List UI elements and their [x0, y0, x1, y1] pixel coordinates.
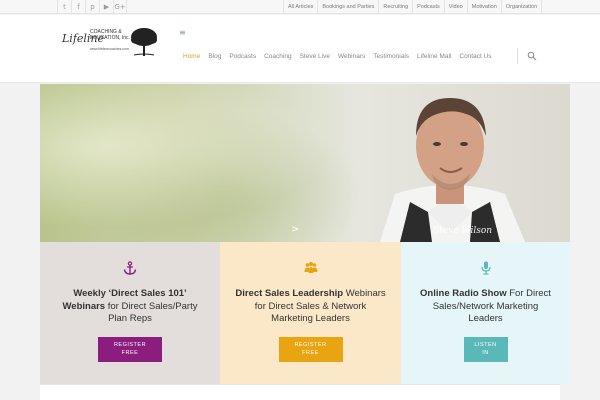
panel-leadership: Direct Sales Leadership Webinars for Dir…	[220, 242, 401, 384]
top-links: All Articles Bookings and Parties Recrui…	[283, 0, 542, 14]
panel-leadership-text: Direct Sales Leadership Webinars for Dir…	[234, 288, 387, 326]
nav-steve-live[interactable]: Steve Live	[300, 51, 330, 63]
nav-coaching[interactable]: Coaching	[264, 51, 291, 63]
search-icon[interactable]	[527, 51, 537, 61]
main-nav: Home Blog Podcasts Coaching Steve Live W…	[183, 51, 500, 63]
hero-background	[40, 84, 370, 242]
logo-subtitle: COACHING & EDUCATION, Inc.	[90, 29, 130, 41]
panel-radio-show-text: Online Radio Show For Direct Sales/Netwo…	[415, 288, 556, 326]
nav-divider	[517, 48, 518, 64]
hero-next-arrow[interactable]: >	[291, 224, 299, 235]
nav-lifeline-mall[interactable]: Lifeline Mall	[417, 51, 451, 63]
panel-description: for Direct Sales/Party Plan Reps	[105, 300, 198, 325]
nav-webinars[interactable]: Webinars	[338, 51, 365, 63]
button-label-line1: REGISTER	[294, 342, 327, 348]
button-label-line2: IN	[482, 350, 489, 356]
toplink-bookings[interactable]: Bookings and Parties	[317, 0, 378, 14]
twitter-icon[interactable]: t	[57, 0, 71, 14]
content-area-top	[40, 384, 560, 400]
social-icons: t f p ▶ G+	[57, 0, 127, 14]
nav-home[interactable]: Home	[183, 51, 200, 63]
toplink-organization[interactable]: Organization	[500, 0, 542, 14]
logo-url: www.lifelinecoaches.com	[90, 47, 129, 51]
google-plus-icon[interactable]: G+	[113, 0, 127, 14]
button-label-line2: FREE	[302, 350, 319, 356]
panel-title: Online Radio Show	[420, 288, 507, 299]
microphone-icon	[480, 261, 491, 275]
anchor-icon	[123, 261, 137, 275]
panel-title: Direct Sales Leadership	[235, 288, 344, 299]
toplink-video[interactable]: Video	[443, 0, 467, 14]
nav-testimonials[interactable]: Testimonials	[373, 51, 409, 63]
page: t f p ▶ G+ All Articles Bookings and Par…	[0, 0, 600, 400]
menu-icon[interactable]: ≡	[179, 28, 186, 37]
site-logo[interactable]: Lifeline COACHING & EDUCATION, Inc. www.…	[62, 26, 158, 60]
toplink-all-articles[interactable]: All Articles	[283, 0, 317, 14]
register-free-button[interactable]: REGISTER FREE	[278, 337, 343, 362]
top-bar: t f p ▶ G+ All Articles Bookings and Par…	[0, 0, 600, 14]
listen-in-button[interactable]: LISTEN IN	[463, 337, 508, 362]
nav-contact-us[interactable]: Contact Us	[459, 51, 491, 63]
panel-webinars-101-text: Weekly ‘Direct Sales 101’ Webinars for D…	[54, 288, 206, 326]
hero-banner[interactable]: > Steve Wilson	[40, 84, 570, 242]
tree-icon	[131, 28, 157, 56]
button-label-line1: REGISTER	[113, 342, 147, 348]
panel-webinars-101: Weekly ‘Direct Sales 101’ Webinars for D…	[40, 242, 220, 384]
people-icon	[304, 262, 317, 273]
facebook-icon[interactable]: f	[71, 0, 85, 14]
toplink-recruiting[interactable]: Recruiting	[378, 0, 412, 14]
hero-portrait	[380, 98, 525, 242]
hero-signature: Steve Wilson	[433, 226, 493, 236]
nav-podcasts[interactable]: Podcasts	[229, 51, 256, 63]
panel-radio-show: Online Radio Show For Direct Sales/Netwo…	[401, 242, 570, 384]
youtube-icon[interactable]: ▶	[99, 0, 113, 14]
pinterest-icon[interactable]: p	[85, 0, 99, 14]
toplink-motivation[interactable]: Motivation	[466, 0, 501, 14]
nav-blog[interactable]: Blog	[208, 51, 221, 63]
button-label-line2: FREE	[121, 350, 139, 356]
site-header: Lifeline COACHING & EDUCATION, Inc. www.…	[0, 15, 600, 83]
register-free-button[interactable]: REGISTER FREE	[98, 337, 162, 362]
button-label-line1: LISTEN	[474, 342, 497, 348]
toplink-podcasts[interactable]: Podcasts	[412, 0, 444, 14]
